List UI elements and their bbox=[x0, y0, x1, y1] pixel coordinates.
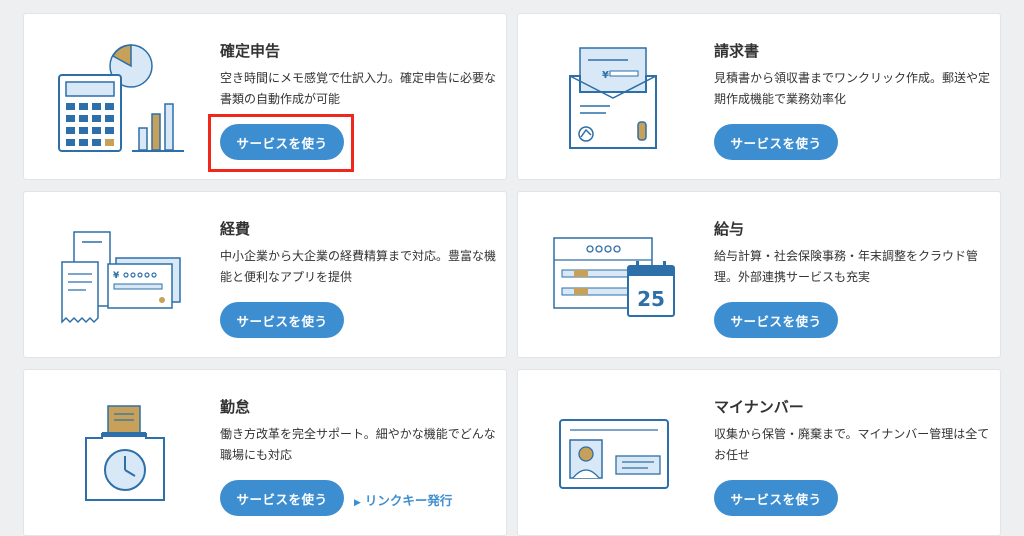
link-key-issue-link[interactable]: ▶ リンクキー発行 bbox=[354, 490, 452, 509]
payroll-calendar-icon: 25 bbox=[553, 237, 675, 317]
svg-text:25: 25 bbox=[637, 287, 665, 311]
service-card-expense: ¥ 経費 中小企業から大企業の経費精算まで対応。豊富な機能と便利なアプリを提供 … bbox=[23, 191, 507, 358]
service-card-invoice: ¥ 請求書 見積書から領収書までワンクリック作成。郵送や定期作成機能で業務効率化… bbox=[517, 13, 1001, 180]
svg-text:¥: ¥ bbox=[113, 271, 120, 281]
service-card-attendance: 勤怠 働き方改革を完全サポート。細やかな機能でどんな職場にも対応 サービスを使う… bbox=[23, 369, 507, 536]
service-description: 空き時間にメモ感覚で仕訳入力。確定申告に必要な書類の自動作成が可能 bbox=[220, 71, 497, 106]
receipt-card-icon: ¥ bbox=[61, 231, 181, 324]
link-arrow-icon: ▶ bbox=[354, 498, 361, 508]
service-title: 請求書 bbox=[714, 42, 760, 60]
service-description: 働き方改革を完全サポート。細やかな機能でどんな職場にも対応 bbox=[220, 427, 496, 462]
use-service-button[interactable]: サービスを使う bbox=[220, 302, 344, 338]
invoice-envelope-icon: ¥ bbox=[569, 47, 657, 149]
service-card-tax-return: 確定申告 空き時間にメモ感覚で仕訳入力。確定申告に必要な書類の自動作成が可能 サ… bbox=[23, 13, 507, 180]
service-title: 経費 bbox=[220, 220, 251, 238]
service-description: 中小企業から大企業の経費精算まで対応。豊富な機能と便利なアプリを提供 bbox=[220, 249, 497, 284]
service-title: マイナンバー bbox=[714, 398, 804, 416]
use-service-button[interactable]: サービスを使う bbox=[220, 124, 344, 160]
use-service-button[interactable]: サービスを使う bbox=[714, 302, 838, 338]
service-card-mynumber: マイナンバー 収集から保管・廃棄まで。マイナンバー管理は全てお任せ サービスを使… bbox=[517, 369, 1001, 536]
svg-text:¥: ¥ bbox=[602, 70, 609, 81]
calculator-chart-icon bbox=[58, 44, 184, 152]
service-description: 給与計算・社会保険事務・年末調整をクラウド管理。外部連携サービスも充実 bbox=[714, 249, 979, 284]
mynumber-card-icon bbox=[559, 419, 669, 489]
service-title: 給与 bbox=[714, 220, 745, 238]
service-card-payroll: 25 給与 給与計算・社会保険事務・年末調整をクラウド管理。外部連携サービスも充… bbox=[517, 191, 1001, 358]
timecard-clock-icon bbox=[85, 405, 165, 501]
service-title: 勤怠 bbox=[220, 398, 251, 416]
use-service-button[interactable]: サービスを使う bbox=[220, 480, 344, 516]
use-service-button[interactable]: サービスを使う bbox=[714, 480, 838, 516]
service-title: 確定申告 bbox=[220, 42, 281, 60]
service-description: 収集から保管・廃棄まで。マイナンバー管理は全てお任せ bbox=[714, 427, 990, 462]
use-service-button[interactable]: サービスを使う bbox=[714, 124, 838, 160]
link-label: リンクキー発行 bbox=[364, 493, 453, 508]
service-description: 見積書から領収書までワンクリック作成。郵送や定期作成機能で業務効率化 bbox=[714, 71, 991, 106]
